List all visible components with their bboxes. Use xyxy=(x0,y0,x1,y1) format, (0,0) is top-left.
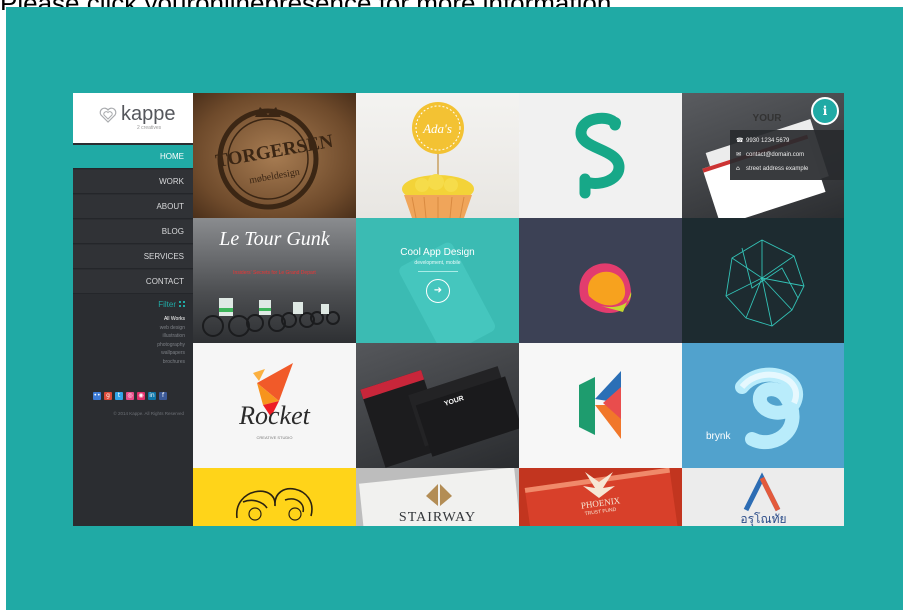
le-tour-title: Le Tour Gunk xyxy=(219,228,330,250)
phone-icon: ☎ xyxy=(736,137,744,144)
nav-contact[interactable]: CONTACT xyxy=(73,270,193,294)
home-icon: ⌂ xyxy=(736,165,740,172)
contact-phone[interactable]: 9930 1234 5679 xyxy=(746,138,789,144)
portfolio-tile-k-logo[interactable] xyxy=(519,343,682,468)
contact-address: street address example xyxy=(746,166,809,172)
portfolio-tile-snake[interactable] xyxy=(519,93,682,218)
logo[interactable]: kappe 2 creatives xyxy=(73,93,193,143)
contact-phone-row: ☎ 9930 1234 5679 xyxy=(736,134,838,148)
filter-all-works[interactable]: All Works xyxy=(157,315,185,324)
logo-text: kappe xyxy=(121,103,176,125)
portfolio-tile-torgersen[interactable]: TORGERSEN møbeldesign xyxy=(193,93,356,218)
featured-title: Cool App Design xyxy=(400,247,475,258)
contact-email-row: ✉ contact@domain.com xyxy=(736,148,838,162)
filter-heading: Filter xyxy=(158,300,185,309)
dribbble-icon[interactable]: ◎ xyxy=(126,392,134,400)
nav-about[interactable]: ABOUT xyxy=(73,195,193,219)
brynk-label: brynk xyxy=(706,431,731,442)
sidebar: kappe 2 creatives HOME WORK ABOUT BLOG S… xyxy=(73,93,193,526)
copyright: © 2014 Kappe. All Rights Reserved xyxy=(113,411,184,416)
portfolio-tile-adas[interactable]: Ada's xyxy=(356,93,519,218)
filter-photography[interactable]: photography xyxy=(157,341,185,350)
portfolio-tile-lowpoly-head[interactable] xyxy=(682,218,844,343)
filter-illustration[interactable]: illustration xyxy=(157,332,185,341)
brynk-logo xyxy=(735,367,803,450)
arrow-right-icon[interactable]: ➜ xyxy=(426,279,450,303)
portfolio-tile-yellow[interactable] xyxy=(193,468,356,526)
grid-icon xyxy=(179,301,185,307)
contact-popup: ☎ 9930 1234 5679 ✉ contact@domain.com ⌂ str… xyxy=(730,130,844,180)
logo-tagline: 2 creatives xyxy=(137,125,162,131)
portfolio-tile-le-tour[interactable]: Le Tour Gunk Insiders' Secrets for Le Gr… xyxy=(193,218,356,343)
portfolio-tile-dark-cards[interactable]: YOUR xyxy=(356,343,519,468)
facebook-icon[interactable]: f xyxy=(159,392,167,400)
contact-email[interactable]: contact@domain.com xyxy=(746,152,804,158)
portfolio-tile-brynk[interactable]: brynk xyxy=(682,343,844,468)
twitter-icon[interactable]: t xyxy=(115,392,123,400)
nav-home[interactable]: HOME xyxy=(73,145,193,169)
flickr-icon[interactable]: •• xyxy=(93,392,101,400)
lowpoly-head-image xyxy=(725,239,805,327)
le-tour-subtitle: Insiders' Secrets for Le Grand Depart xyxy=(233,270,316,276)
filter-wallpapers[interactable]: wallpapers xyxy=(157,349,185,358)
info-icon[interactable]: i xyxy=(811,97,839,125)
portfolio-tile-stairway[interactable]: STAIRWAY xyxy=(356,468,519,526)
social-links: •• g t ◎ ◉ in f xyxy=(93,392,167,400)
nav-services[interactable]: SERVICES xyxy=(73,245,193,269)
featured-divider xyxy=(418,271,458,272)
swirl-logo xyxy=(579,263,632,314)
filter-list: All Works web design illustration photog… xyxy=(157,315,185,367)
nav-blog[interactable]: BLOG xyxy=(73,220,193,244)
yellow-lettering-image xyxy=(236,488,313,521)
stairway-title: STAIRWAY xyxy=(398,510,477,525)
envelope-icon: ✉ xyxy=(736,151,742,158)
nav-work[interactable]: WORK xyxy=(73,170,193,194)
rocket-subtitle: CREATIVE STUDIO xyxy=(256,435,293,440)
website-preview: kappe 2 creatives HOME WORK ABOUT BLOG S… xyxy=(73,93,844,526)
snake-logo xyxy=(575,112,625,199)
adas-label: Ada's xyxy=(423,121,452,136)
contact-address-row: ⌂ street address example xyxy=(736,162,838,176)
portfolio-tile-phoenix[interactable]: PHOENIX TRUST FUND xyxy=(519,468,682,526)
filter-web-design[interactable]: web design xyxy=(157,324,185,333)
featured-subtitle: development, mobile xyxy=(414,260,461,266)
portfolio-tile-featured[interactable]: Cool App Design development, mobile ➜ xyxy=(356,218,519,343)
instagram-icon[interactable]: ◉ xyxy=(137,392,145,400)
filter-brochures[interactable]: brochures xyxy=(157,358,185,367)
portfolio-tile-rocket[interactable]: Rocket CREATIVE STUDIO xyxy=(193,343,356,468)
linkedin-icon[interactable]: in xyxy=(148,392,156,400)
thai-title: อรุโณทัย xyxy=(740,512,787,526)
dark-business-cards-image xyxy=(360,366,519,468)
k-logo xyxy=(579,371,621,439)
logo-heart-icon xyxy=(99,107,117,123)
rocket-title: Rocket xyxy=(239,401,310,430)
google-plus-icon[interactable]: g xyxy=(104,392,112,400)
your-label: YOUR xyxy=(752,113,782,124)
portfolio-tile-thai[interactable]: อรุโณทัย xyxy=(682,468,844,526)
filter-title: Filter xyxy=(158,300,176,309)
cupcake-image xyxy=(402,102,474,218)
portfolio-tile-swirl[interactable] xyxy=(519,218,682,343)
